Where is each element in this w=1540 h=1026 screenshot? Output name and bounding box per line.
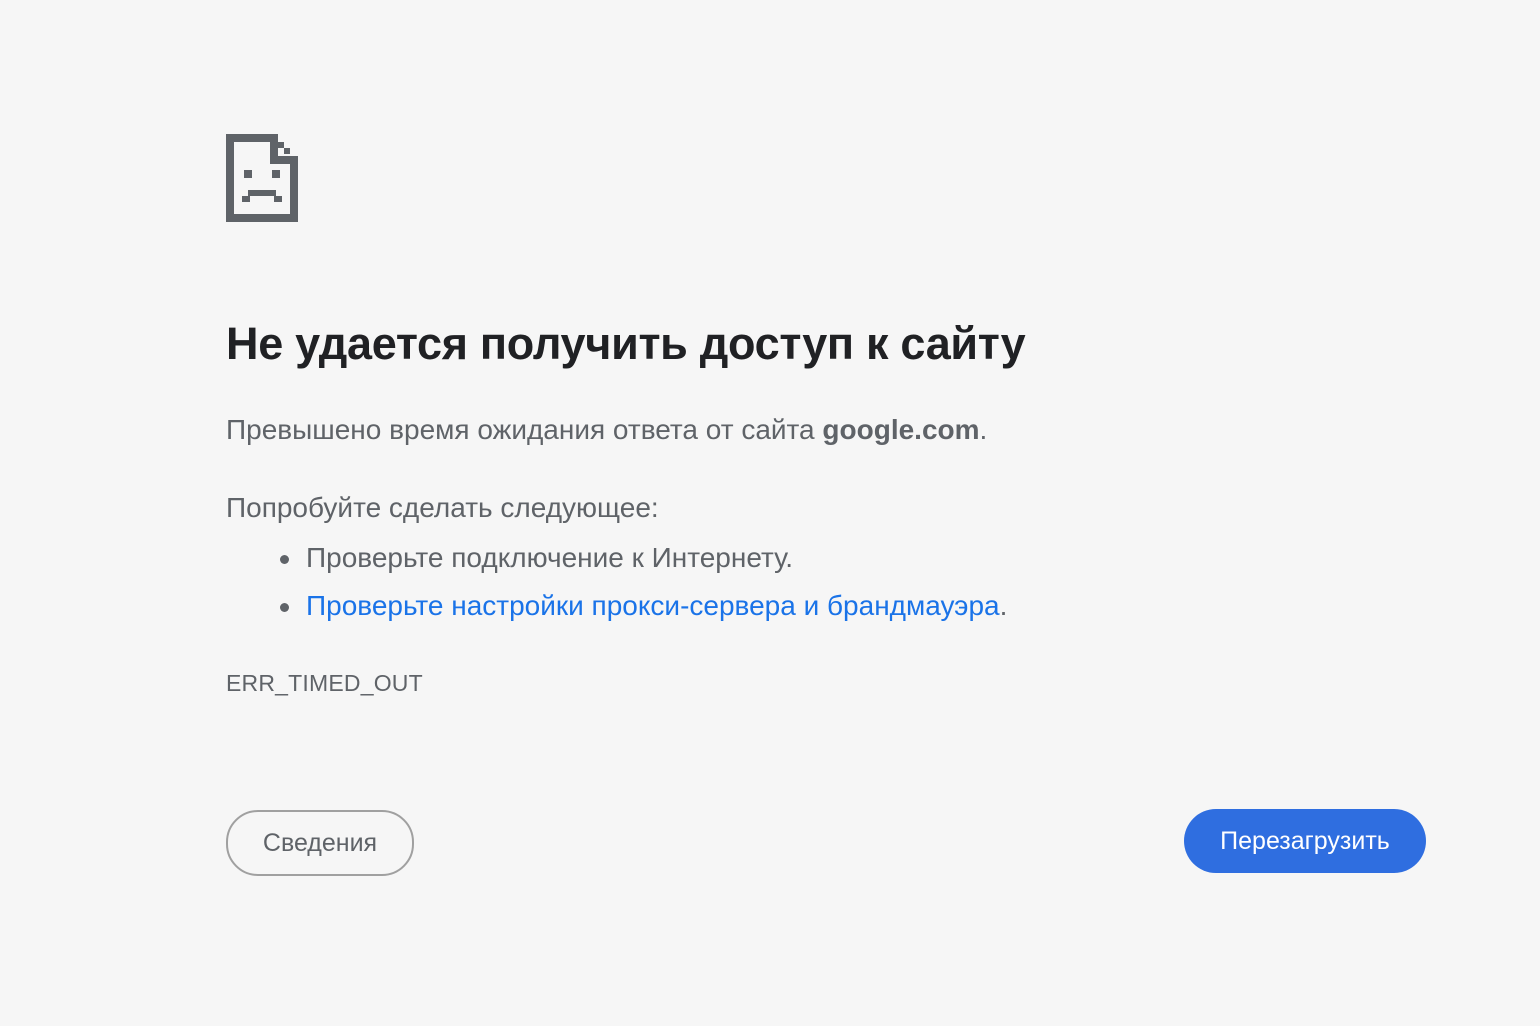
bullet-icon bbox=[280, 555, 289, 564]
sad-page-icon bbox=[226, 134, 298, 222]
suggestion-item-check-connection: Проверьте подключение к Интернету. bbox=[226, 538, 1007, 586]
proxy-firewall-settings-link[interactable]: Проверьте настройки прокси-сервера и бра… bbox=[306, 590, 1000, 621]
error-summary: Превышено время ожидания ответа от сайта… bbox=[226, 414, 987, 446]
page-title: Не удается получить доступ к сайту bbox=[226, 318, 1026, 369]
summary-prefix: Превышено время ожидания ответа от сайта bbox=[226, 414, 823, 445]
suggestions-heading: Попробуйте сделать следующее: bbox=[226, 492, 659, 523]
summary-suffix: . bbox=[979, 414, 988, 445]
suggestion-item-check-proxy: Проверьте настройки прокси-сервера и бра… bbox=[226, 586, 1007, 634]
details-button[interactable]: Сведения bbox=[226, 810, 414, 876]
suggestion-suffix: . bbox=[999, 590, 1008, 621]
suggestion-text: Проверьте подключение к Интернету. bbox=[306, 542, 794, 573]
bullet-icon bbox=[280, 603, 289, 612]
reload-button[interactable]: Перезагрузить bbox=[1184, 809, 1426, 873]
error-code: ERR_TIMED_OUT bbox=[226, 670, 423, 696]
suggestions-list: Проверьте подключение к Интернету. Прове… bbox=[226, 538, 1007, 634]
summary-host: google.com bbox=[822, 414, 980, 445]
